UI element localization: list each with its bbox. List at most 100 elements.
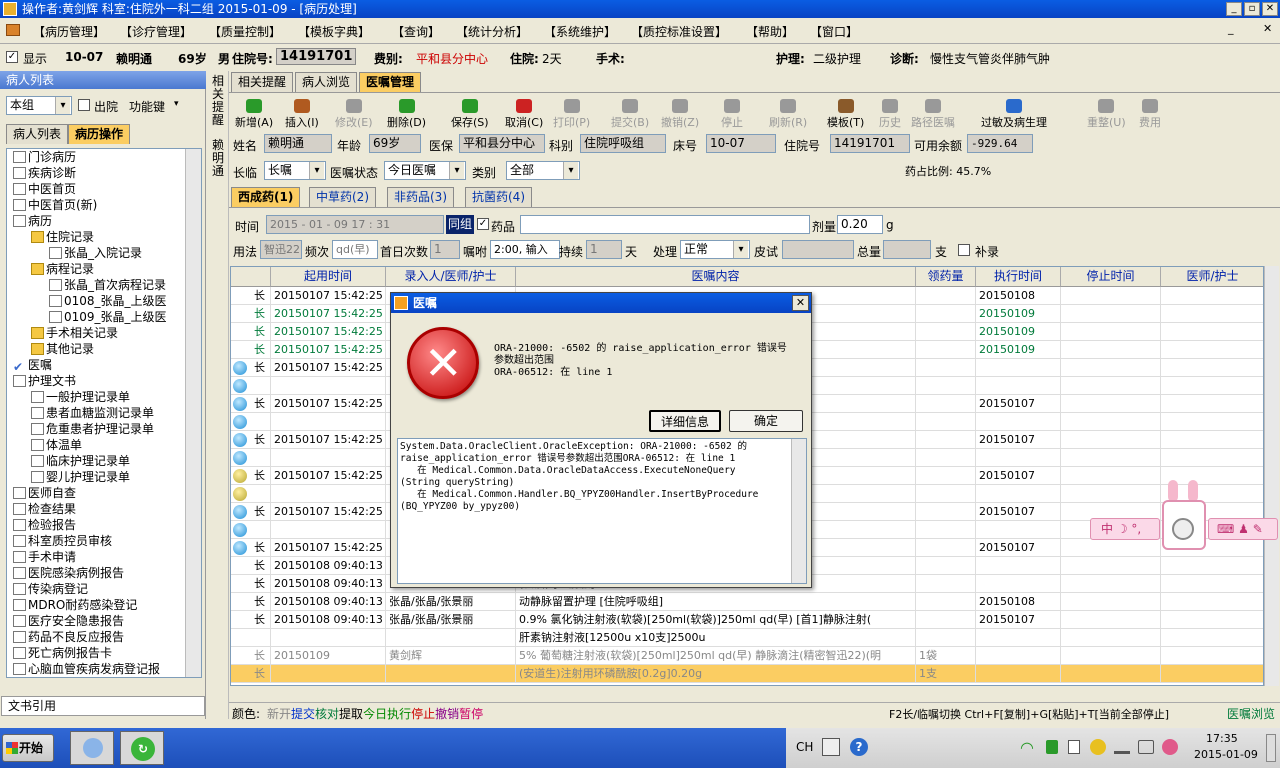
process-select[interactable]: 正常: [680, 240, 750, 259]
tree-item[interactable]: 0109_张晶_上级医: [49, 309, 167, 325]
group-select[interactable]: 本组: [6, 96, 72, 115]
tree-item[interactable]: 医院感染病例报告: [13, 565, 124, 581]
toolbar-button[interactable]: 插入(I): [285, 99, 319, 129]
order-status-select[interactable]: 今日医嘱: [384, 161, 466, 180]
clock-time[interactable]: 17:35: [1206, 732, 1238, 745]
toolbar-button[interactable]: 删除(D): [387, 99, 426, 129]
error-details-box[interactable]: System.Data.OracleClient.OracleException…: [397, 438, 807, 584]
tree-item[interactable]: 0108_张晶_上级医: [49, 293, 167, 309]
menu-system[interactable]: 【系统维护】: [544, 23, 616, 40]
device-icon[interactable]: [1068, 740, 1080, 754]
tree-item[interactable]: 药品不良反应报告: [13, 629, 124, 645]
keyboard-icon[interactable]: [822, 738, 840, 756]
tree-item[interactable]: 张晶_首次病程记录: [49, 277, 166, 293]
tree-item[interactable]: 医疗安全隐患报告: [13, 613, 124, 629]
dialog-close-button[interactable]: ✕: [792, 295, 809, 311]
tab-related-reminder[interactable]: 相关提醒: [231, 72, 294, 92]
close-button[interactable]: ✕: [1262, 2, 1278, 16]
taskbar-app-refresh[interactable]: ↻: [120, 731, 164, 765]
usage-input[interactable]: 智迅22): [260, 240, 302, 259]
tab-patient-browse[interactable]: 病人浏览: [295, 72, 358, 92]
table-row[interactable]: 长 20150108 09:40:13 张晶/张晶/张景丽 动静脉留置护理 [住院呼吸…: [231, 593, 1263, 611]
tree-item[interactable]: 检查结果: [13, 501, 76, 517]
volume-icon[interactable]: [1138, 740, 1154, 754]
time-picker[interactable]: 2015 - 01 - 09 17 : 31: [266, 215, 444, 234]
tab-western-drug[interactable]: 西成药(1): [231, 187, 301, 207]
skin-test-input[interactable]: [782, 240, 854, 259]
tab-patient-list[interactable]: 病人列表: [6, 124, 69, 144]
signal-icon[interactable]: [1114, 740, 1130, 754]
tree-item[interactable]: 门诊病历: [13, 149, 76, 165]
grid-header[interactable]: 停止时间: [1061, 267, 1161, 287]
menu-template[interactable]: 【模板字典】: [298, 23, 370, 40]
taskbar-app-doctor[interactable]: [70, 731, 114, 765]
tree-scrollbar[interactable]: [185, 149, 201, 677]
order-type-select[interactable]: 长嘱: [264, 161, 326, 180]
details-scrollbar[interactable]: [791, 439, 806, 583]
ime-tools[interactable]: ⌨ ♟ ✎: [1208, 518, 1278, 540]
tree-item[interactable]: MDRO耐药感染登记: [13, 597, 137, 613]
grid-header[interactable]: 领药量: [916, 267, 976, 287]
tree-item[interactable]: 住院记录: [31, 229, 94, 245]
menu-query[interactable]: 【查询】: [392, 23, 440, 40]
menu-treatment[interactable]: 【诊疗管理】: [120, 23, 192, 40]
input-language[interactable]: CH: [796, 740, 813, 754]
menu-help[interactable]: 【帮助】: [746, 23, 794, 40]
wifi-icon[interactable]: ◠: [1020, 738, 1042, 757]
ime-mascot[interactable]: [1162, 480, 1206, 552]
discharge-checkbox[interactable]: [78, 99, 90, 111]
dose-input[interactable]: 0.20: [837, 215, 883, 234]
table-row[interactable]: 长 20150109 黄剑辉 5% 葡萄糖注射液(软袋)[250ml]250ml qd…: [231, 647, 1263, 665]
doc-reference-bar[interactable]: 文书引用: [1, 696, 205, 716]
tree-item[interactable]: 疾病诊断: [13, 165, 76, 181]
show-desktop-button[interactable]: [1266, 734, 1276, 762]
tab-order-management[interactable]: 医嘱管理: [359, 72, 422, 92]
grid-header[interactable]: 录入人/医师/护士: [386, 267, 516, 287]
tab-non-drug[interactable]: 非药品(3): [387, 187, 454, 207]
grid-header[interactable]: 医师/护士: [1161, 267, 1263, 287]
tree-item[interactable]: 其他记录: [31, 341, 94, 357]
toolbar-button[interactable]: 过敏及病生理: [981, 99, 1047, 129]
table-row[interactable]: 长 20150108 09:40:13 张晶/张晶/张景丽 0.9% 氯化钠注射液(软…: [231, 611, 1263, 629]
menu-qc-standard[interactable]: 【质控标准设置】: [631, 23, 727, 40]
tab-herbal-drug[interactable]: 中草药(2): [309, 187, 376, 207]
tree-item[interactable]: 体温单: [31, 437, 82, 453]
toolbar-button[interactable]: 模板(T): [827, 99, 864, 129]
mdi-close-button[interactable]: ✕: [1263, 22, 1272, 35]
tree-item[interactable]: 张晶_入院记录: [49, 245, 142, 261]
tree-item[interactable]: 手术申请: [13, 549, 76, 565]
shield-icon[interactable]: [1046, 740, 1058, 754]
table-row[interactable]: 长 (安道生)注射用环磷酰胺[0.2g]0.20g 1支: [231, 665, 1263, 683]
menu-window[interactable]: 【窗口】: [810, 23, 858, 40]
mdi-minimize-button[interactable]: _: [1228, 22, 1234, 35]
tree-item[interactable]: 病历: [13, 213, 52, 229]
tree-item[interactable]: 婴儿护理记录单: [31, 469, 130, 485]
ime-tray-icon[interactable]: [1162, 739, 1178, 755]
ime-toolbar[interactable]: 中 ☽ °,: [1090, 518, 1160, 540]
tree-item[interactable]: 死亡病例报告卡: [13, 645, 112, 661]
tree-item[interactable]: 心脑血管疾病发病登记报: [13, 661, 160, 677]
maximize-button[interactable]: ▫: [1244, 2, 1260, 16]
tree-item[interactable]: 传染病登记: [13, 581, 88, 597]
same-group-toggle[interactable]: 同组: [446, 215, 474, 234]
total-input[interactable]: [883, 240, 931, 259]
ok-button[interactable]: 确定: [729, 410, 803, 432]
tab-record-ops[interactable]: 病历操作: [68, 124, 131, 144]
menu-stats[interactable]: 【统计分析】: [456, 23, 528, 40]
tree-item[interactable]: 中医首页: [13, 181, 76, 197]
details-button[interactable]: 详细信息: [649, 410, 721, 432]
side-tab-reminder[interactable]: 相关提醒: [211, 75, 225, 127]
toolbar-button[interactable]: 取消(C): [505, 99, 543, 129]
tree-item[interactable]: 手术相关记录: [31, 325, 118, 341]
first-day-input[interactable]: 1: [430, 240, 460, 259]
tree-item[interactable]: 检验报告: [13, 517, 76, 533]
tree-item[interactable]: ✔ 医嘱: [13, 357, 52, 374]
order-browse-link[interactable]: 医嘱浏览: [1227, 705, 1275, 722]
tree-item[interactable]: 一般护理记录单: [31, 389, 130, 405]
duration-stepper[interactable]: 1: [586, 240, 622, 259]
grid-header[interactable]: 起用时间: [271, 267, 386, 287]
tree-item[interactable]: 病程记录: [31, 261, 94, 277]
tree-item[interactable]: 危重患者护理记录单: [31, 421, 154, 437]
security-icon[interactable]: [1090, 739, 1106, 755]
start-button[interactable]: 开始: [2, 734, 54, 762]
